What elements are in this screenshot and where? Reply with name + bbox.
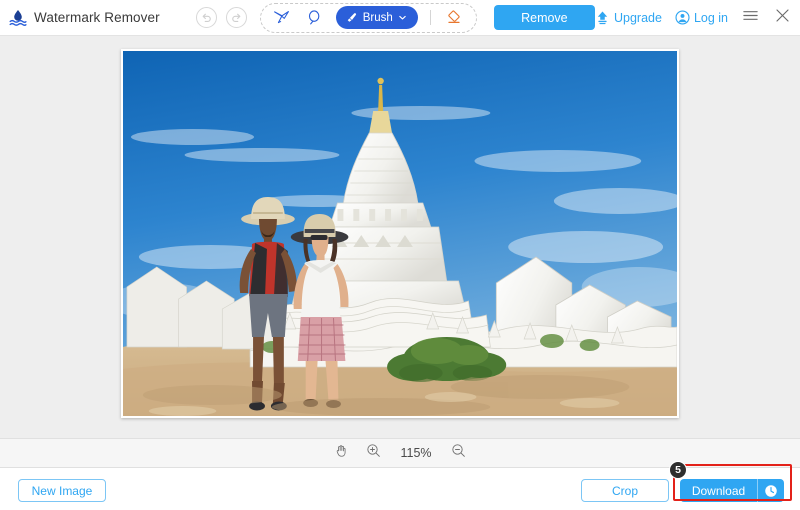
chevron-down-icon xyxy=(398,13,407,22)
photo-frame xyxy=(121,49,679,418)
upgrade-button[interactable]: Upgrade xyxy=(595,10,662,25)
top-toolbar: Watermark Remover xyxy=(0,0,800,36)
redo-button[interactable] xyxy=(226,7,247,28)
login-label: Log in xyxy=(694,11,728,25)
ellipse-select-tool-button[interactable] xyxy=(303,6,327,30)
remove-button[interactable]: Remove xyxy=(494,5,595,30)
zoom-level-value: 115% xyxy=(398,446,434,460)
new-image-label: New Image xyxy=(32,484,93,498)
hand-pan-icon xyxy=(334,443,349,463)
brush-icon xyxy=(345,11,358,24)
annotation-step-number: 5 xyxy=(675,464,681,476)
download-label: Download xyxy=(680,484,757,498)
editing-tools-group: Brush xyxy=(260,3,477,33)
lasso-select-tool-button[interactable] xyxy=(270,6,294,30)
brush-tool-button[interactable]: Brush xyxy=(336,6,418,29)
upgrade-label: Upgrade xyxy=(614,11,662,25)
login-button[interactable]: Log in xyxy=(675,10,728,25)
toolbar-divider xyxy=(430,10,431,25)
history-button-group xyxy=(196,7,247,28)
app-window: Watermark Remover xyxy=(0,0,800,510)
brush-label: Brush xyxy=(363,12,393,24)
crop-label: Crop xyxy=(612,484,638,498)
close-button[interactable] xyxy=(773,6,792,30)
upload-arrow-icon xyxy=(595,10,610,25)
redo-icon xyxy=(230,11,243,24)
eraser-icon xyxy=(445,8,464,27)
ellipse-select-icon xyxy=(305,8,324,27)
undo-icon xyxy=(200,11,213,24)
close-icon xyxy=(773,6,792,30)
undo-button[interactable] xyxy=(196,7,217,28)
zoom-out-icon xyxy=(451,443,466,463)
zoom-in-button[interactable] xyxy=(366,443,381,463)
new-image-button[interactable]: New Image xyxy=(18,479,106,502)
user-circle-icon xyxy=(675,10,690,25)
zoom-in-icon xyxy=(366,443,381,463)
hamburger-menu-icon xyxy=(741,6,760,30)
annotation-step-badge: 5 xyxy=(669,461,687,479)
photo-preview[interactable] xyxy=(123,51,677,416)
hand-pan-button[interactable] xyxy=(334,443,349,463)
crop-button[interactable]: Crop xyxy=(581,479,669,502)
app-brand: Watermark Remover xyxy=(8,8,160,28)
app-title: Watermark Remover xyxy=(34,10,160,25)
remove-button-label: Remove xyxy=(521,11,568,25)
download-button[interactable]: Download xyxy=(680,479,784,502)
watermark-drop-logo-icon xyxy=(8,8,28,28)
editor-canvas[interactable] xyxy=(0,36,800,438)
eraser-tool-button[interactable] xyxy=(443,6,467,30)
account-actions: Upgrade Log in xyxy=(595,6,792,30)
clock-history-icon[interactable] xyxy=(758,479,784,502)
zoom-out-button[interactable] xyxy=(451,443,466,463)
menu-button[interactable] xyxy=(741,6,760,30)
lasso-select-icon xyxy=(272,8,291,27)
